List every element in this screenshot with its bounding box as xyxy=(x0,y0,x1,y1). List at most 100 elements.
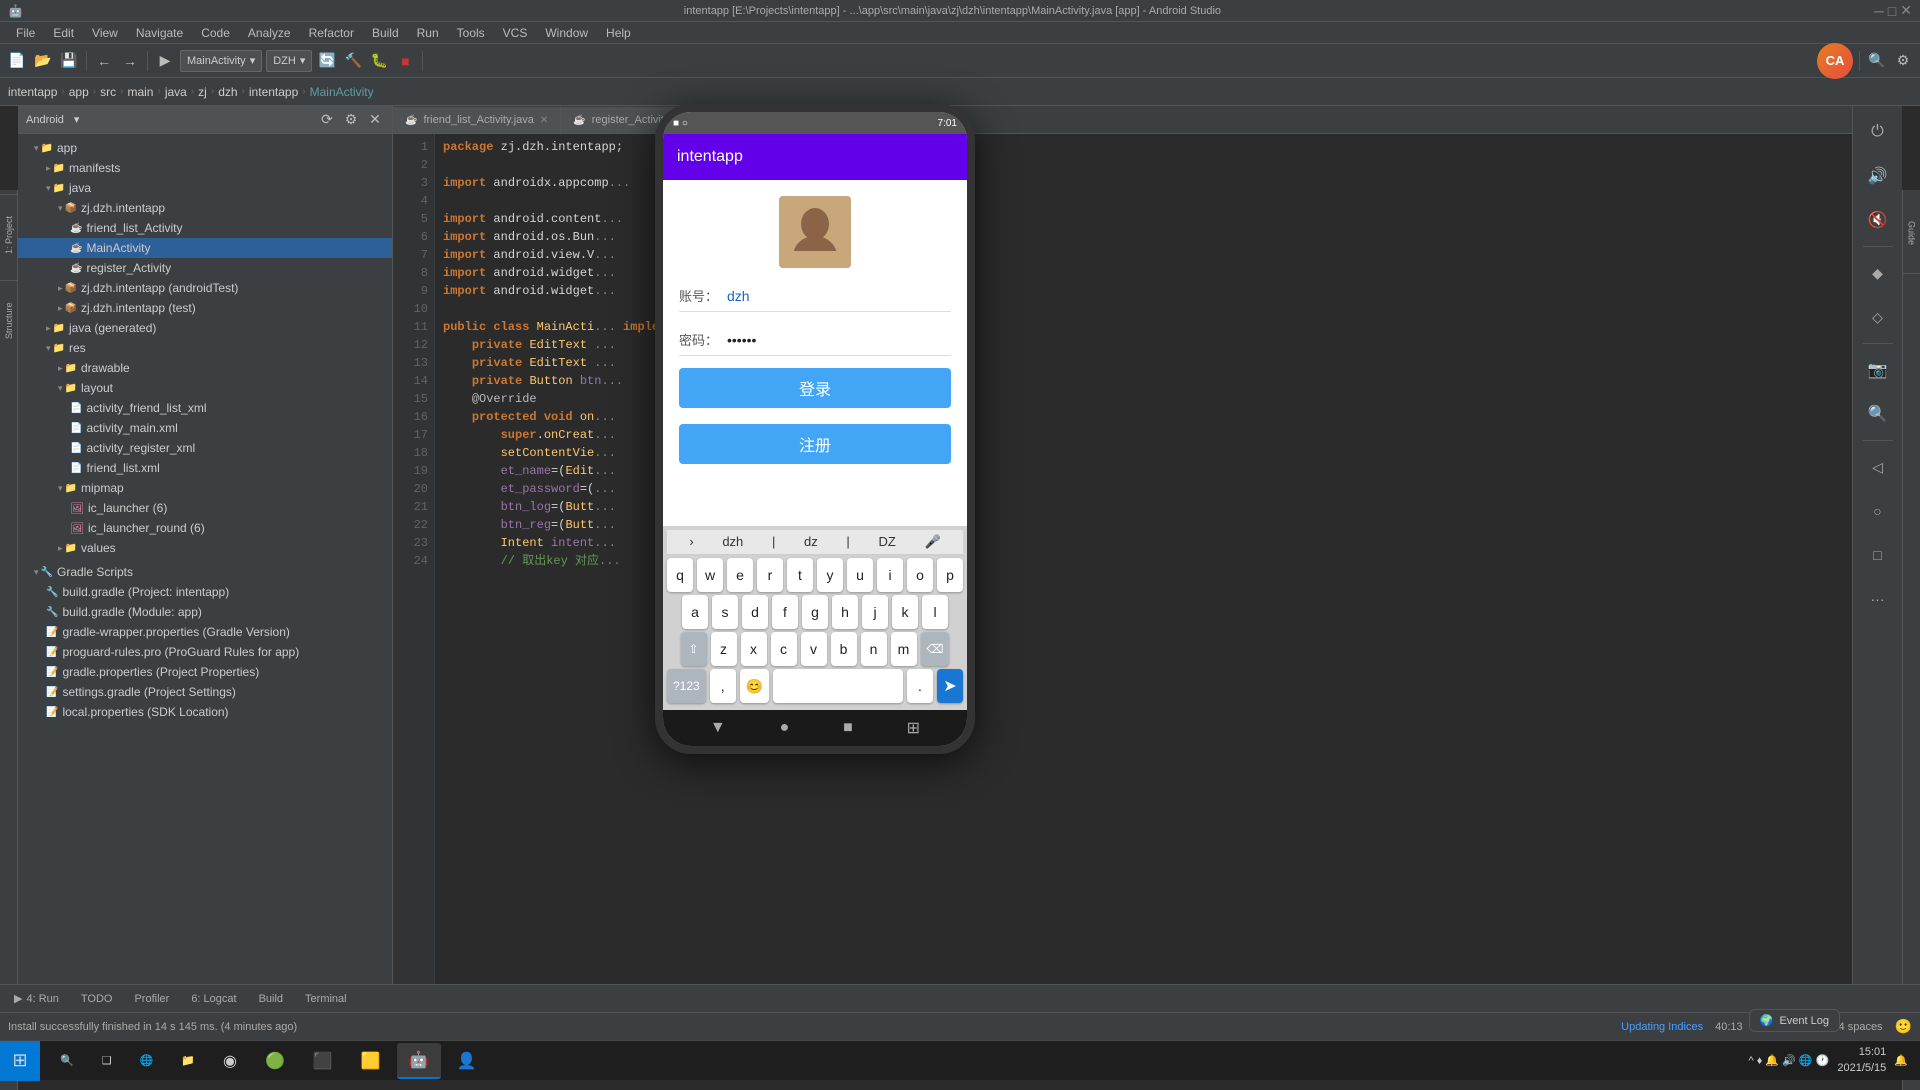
key-x[interactable]: x xyxy=(741,632,767,666)
key-m[interactable]: m xyxy=(891,632,917,666)
key-a[interactable]: a xyxy=(682,595,708,629)
taskbar-app3[interactable]: 🟨 xyxy=(349,1043,393,1079)
key-i[interactable]: i xyxy=(877,558,903,592)
taskbar-search[interactable]: 🔍 xyxy=(48,1043,86,1079)
indent-setting[interactable]: 4 spaces xyxy=(1839,1021,1883,1033)
tree-item-values[interactable]: ▸ 📁 values xyxy=(18,538,392,558)
tab-run[interactable]: ▶ 4: Run xyxy=(4,987,69,1011)
structure-tool-btn[interactable]: Structure xyxy=(0,280,18,360)
breadcrumb-zj[interactable]: zj xyxy=(198,85,207,99)
phone-register-button[interactable]: 注册 xyxy=(679,424,951,464)
breadcrumb-mainactivity[interactable]: MainActivity xyxy=(310,85,374,99)
breadcrumb-dzh[interactable]: dzh xyxy=(218,85,237,99)
menu-item-build[interactable]: Build xyxy=(364,24,407,42)
start-button[interactable]: ⊞ xyxy=(0,1041,40,1081)
emoji-icon[interactable]: 🙂 xyxy=(1895,1018,1912,1035)
key-b[interactable]: b xyxy=(831,632,857,666)
new-file-button[interactable]: 📄 xyxy=(6,50,28,72)
key-c[interactable]: c xyxy=(771,632,797,666)
run-icon[interactable]: ▶ xyxy=(154,50,176,72)
tree-item-xml-register[interactable]: 📄 activity_register_xml xyxy=(18,438,392,458)
key-w[interactable]: w xyxy=(697,558,723,592)
taskbar-app1[interactable]: 🟢 xyxy=(253,1043,297,1079)
device-rotate-btn[interactable]: ◆ xyxy=(1860,255,1896,291)
key-r[interactable]: r xyxy=(757,558,783,592)
menu-item-view[interactable]: View xyxy=(84,24,126,42)
menu-item-refactor[interactable]: Refactor xyxy=(301,24,362,42)
key-q[interactable]: q xyxy=(667,558,693,592)
cursor-position[interactable]: 40:13 xyxy=(1715,1021,1743,1033)
phone-back-btn[interactable]: ▼ xyxy=(710,719,726,737)
key-v[interactable]: v xyxy=(801,632,827,666)
key-space[interactable] xyxy=(773,669,903,703)
device-home-btn[interactable]: ○ xyxy=(1860,493,1896,529)
device-vol-down-btn[interactable]: 🔇 xyxy=(1860,202,1896,238)
phone-recents-btn[interactable]: ■ xyxy=(843,719,853,737)
tab-terminal[interactable]: Terminal xyxy=(295,987,357,1011)
tree-item-gradle[interactable]: ▾ 🔧 Gradle Scripts xyxy=(18,562,392,582)
stop-button[interactable]: ■ xyxy=(394,50,416,72)
phone-password-value[interactable]: •••••• xyxy=(727,332,951,348)
panel-close-icon[interactable]: ✕ xyxy=(366,111,384,129)
tree-item-mipmap[interactable]: ▾ 📁 mipmap xyxy=(18,478,392,498)
tab-todo[interactable]: TODO xyxy=(71,987,123,1011)
kbd-suggestion-1[interactable]: dzh xyxy=(722,534,743,550)
device-rotate2-btn[interactable]: ◇ xyxy=(1860,299,1896,335)
phone-login-button[interactable]: 登录 xyxy=(679,368,951,408)
tree-item-build-gradle-app[interactable]: 🔧 build.gradle (Module: app) xyxy=(18,602,392,622)
taskbar-chrome[interactable]: ◉ xyxy=(211,1043,249,1079)
menu-item-edit[interactable]: Edit xyxy=(45,24,82,42)
key-d[interactable]: d xyxy=(742,595,768,629)
key-u[interactable]: u xyxy=(847,558,873,592)
key-num[interactable]: ?123 xyxy=(667,669,706,703)
tree-item-java-gen[interactable]: ▸ 📁 java (generated) xyxy=(18,318,392,338)
project-tool-btn[interactable]: 1: Project xyxy=(0,194,18,274)
minimize-button[interactable]: ─ xyxy=(1874,2,1884,19)
key-h[interactable]: h xyxy=(832,595,858,629)
tab-logcat[interactable]: 6: Logcat xyxy=(181,987,246,1011)
device-dropdown[interactable]: DZH ▾ xyxy=(266,50,312,72)
phone-home-btn[interactable]: ● xyxy=(780,719,790,737)
phone-username-value[interactable]: dzh xyxy=(727,288,951,304)
user-avatar[interactable]: CA xyxy=(1817,43,1853,79)
panel-config-icon[interactable]: ⚙ xyxy=(342,111,360,129)
breadcrumb-intentapp[interactable]: intentapp xyxy=(8,85,57,99)
tree-item-ic-launcher-round[interactable]: 🖼 ic_launcher_round (6) xyxy=(18,518,392,538)
menu-item-navigate[interactable]: Navigate xyxy=(128,24,191,42)
tree-item-pkg-test[interactable]: ▸ 📦 zj.dzh.intentapp (test) xyxy=(18,298,392,318)
menu-item-code[interactable]: Code xyxy=(193,24,238,42)
menu-item-tools[interactable]: Tools xyxy=(449,24,493,42)
menu-item-window[interactable]: Window xyxy=(537,24,596,42)
key-enter[interactable]: ➤ xyxy=(937,669,963,703)
key-n[interactable]: n xyxy=(861,632,887,666)
forward-button[interactable]: → xyxy=(119,50,141,72)
search-button[interactable]: 🔍 xyxy=(1866,50,1888,72)
maximize-button[interactable]: □ xyxy=(1888,2,1896,19)
key-del[interactable]: ⌫ xyxy=(921,632,950,666)
phone-app-grid-btn[interactable]: ⊞ xyxy=(907,718,920,738)
guide-tool-btn[interactable]: Guide xyxy=(1903,194,1920,274)
tree-item-layout[interactable]: ▾ 📁 layout xyxy=(18,378,392,398)
menu-item-file[interactable]: File xyxy=(8,24,43,42)
settings-button[interactable]: ⚙ xyxy=(1892,50,1914,72)
run-config-dropdown[interactable]: MainActivity ▾ xyxy=(180,50,262,72)
device-screenshot-btn[interactable]: 📷 xyxy=(1860,352,1896,388)
key-shift[interactable]: ⇧ xyxy=(681,632,707,666)
key-t[interactable]: t xyxy=(787,558,813,592)
tree-item-drawable[interactable]: ▸ 📁 drawable xyxy=(18,358,392,378)
tree-item-main-activity[interactable]: ☕ MainActivity xyxy=(18,238,392,258)
key-emoji[interactable]: 😊 xyxy=(740,669,769,703)
tree-item-proguard[interactable]: 📝 proguard-rules.pro (ProGuard Rules for… xyxy=(18,642,392,662)
event-log-badge[interactable]: 🌍 Event Log xyxy=(1749,1009,1840,1032)
tab-build[interactable]: Build xyxy=(249,987,293,1011)
tree-item-pkg-android-test[interactable]: ▸ 📦 zj.dzh.intentapp (androidTest) xyxy=(18,278,392,298)
device-back-btn[interactable]: ◁ xyxy=(1860,449,1896,485)
save-button[interactable]: 💾 xyxy=(58,50,80,72)
device-zoom-btn[interactable]: 🔍 xyxy=(1860,396,1896,432)
key-f[interactable]: f xyxy=(772,595,798,629)
key-y[interactable]: y xyxy=(817,558,843,592)
taskbar-app2[interactable]: ⬛ xyxy=(301,1043,345,1079)
breadcrumb-java[interactable]: java xyxy=(165,85,187,99)
tree-item-local-props[interactable]: 📝 local.properties (SDK Location) xyxy=(18,702,392,722)
build-button[interactable]: 🔨 xyxy=(342,50,364,72)
